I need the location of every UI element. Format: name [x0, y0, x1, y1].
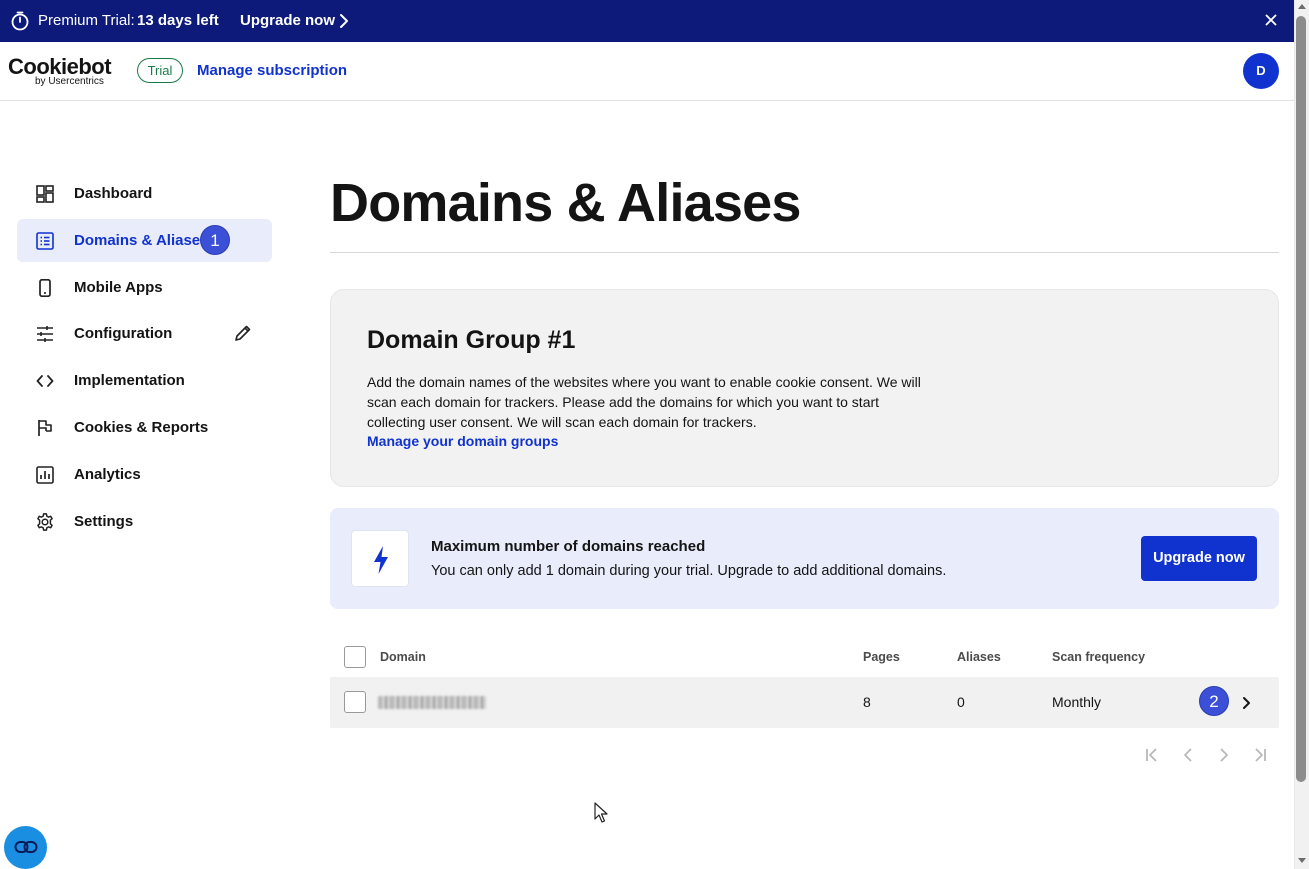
table-row[interactable]: 8 0 Monthly 2 [330, 677, 1279, 728]
domain-group-description: Add the domain names of the websites whe… [367, 374, 921, 430]
sidebar-item-analytics[interactable]: Analytics [17, 453, 272, 496]
bar-chart-icon [36, 465, 54, 484]
page-scrollbar[interactable] [1294, 0, 1309, 869]
scroll-thumb[interactable] [1296, 16, 1306, 782]
sidebar-item-label: Analytics [74, 465, 141, 483]
previous-page-icon[interactable] [1178, 745, 1198, 765]
last-page-icon[interactable] [1250, 745, 1270, 765]
sidebar-item-label: Domains & Aliases [74, 231, 209, 249]
chevron-right-icon[interactable] [339, 13, 349, 29]
upgrade-now-button[interactable]: Upgrade now [1141, 536, 1257, 581]
cookiebot-logo[interactable]: Cookiebot by Usercentrics [8, 54, 118, 90]
limit-title: Maximum number of domains reached [431, 538, 706, 555]
sidebar-nav: Dashboard Domains & Aliases 1 Mobile App… [17, 172, 272, 546]
column-header-aliases[interactable]: Aliases [957, 650, 1001, 664]
sidebar-item-implementation[interactable]: Implementation [17, 359, 272, 402]
lightning-icon-box [351, 530, 409, 587]
step-badge: 2 [1199, 686, 1229, 716]
flag-icon [38, 419, 52, 436]
column-header-scan-frequency[interactable]: Scan frequency [1052, 650, 1145, 664]
first-page-icon[interactable] [1142, 745, 1162, 765]
domain-group-card: Domain Group #1 Add the domain names of … [330, 289, 1279, 487]
sidebar-item-domains-aliases[interactable]: Domains & Aliases 1 [17, 218, 272, 262]
pagination [1142, 745, 1272, 765]
domain-name-redacted [378, 696, 486, 709]
list-icon [36, 231, 54, 250]
select-all-checkbox[interactable] [344, 646, 366, 668]
chevron-right-icon[interactable] [1242, 696, 1251, 710]
column-header-domain[interactable]: Domain [380, 650, 426, 664]
consent-widget-button[interactable] [4, 826, 47, 869]
row-checkbox[interactable] [344, 691, 366, 713]
sidebar-item-cookies-reports[interactable]: Cookies & Reports [17, 406, 272, 449]
step-badge: 1 [200, 224, 230, 255]
app-header: Cookiebot by Usercentrics Trial Manage s… [0, 42, 1294, 101]
next-page-icon[interactable] [1214, 745, 1234, 765]
domain-group-title: Domain Group #1 [367, 326, 576, 354]
code-icon [36, 375, 54, 388]
cell-aliases: 0 [957, 694, 965, 710]
lightning-icon [374, 546, 388, 574]
scroll-down-arrow[interactable] [1298, 858, 1306, 863]
sidebar-item-settings[interactable]: Settings [17, 500, 272, 543]
mobile-icon [39, 278, 51, 297]
sidebar-item-label: Dashboard [74, 185, 153, 202]
sidebar-item-label: Settings [74, 512, 134, 530]
logo-subtitle: by Usercentrics [35, 76, 104, 87]
manage-subscription-link[interactable]: Manage subscription [197, 62, 347, 79]
scroll-up-arrow[interactable] [1298, 4, 1306, 9]
sidebar-item-dashboard[interactable]: Dashboard [17, 172, 272, 215]
page-title: Domains & Aliases [330, 173, 801, 233]
cell-scan-frequency: Monthly [1052, 694, 1102, 710]
trial-badge: Trial [137, 58, 183, 83]
sliders-icon [37, 326, 53, 343]
sidebar-item-label: Implementation [74, 372, 185, 390]
mouse-cursor-icon [594, 802, 608, 823]
link-icon [14, 841, 38, 853]
sidebar-item-mobile-apps[interactable]: Mobile Apps [17, 266, 272, 309]
manage-domain-groups-link[interactable]: Manage your domain groups [367, 433, 558, 449]
avatar[interactable]: D [1243, 53, 1279, 89]
trial-days-left: 13 days left [137, 12, 219, 29]
limit-text: You can only add 1 domain during your tr… [431, 563, 947, 579]
trial-label: Premium Trial: [38, 12, 135, 29]
sidebar-item-label: Configuration [74, 325, 173, 343]
gear-icon [37, 512, 53, 531]
divider [330, 252, 1279, 253]
banner-upgrade-link[interactable]: Upgrade now [240, 12, 335, 29]
close-icon[interactable] [1263, 12, 1279, 28]
column-header-pages[interactable]: Pages [863, 650, 900, 664]
sidebar-item-configuration[interactable]: Configuration [17, 312, 272, 355]
pencil-icon[interactable] [234, 324, 252, 342]
domain-limit-notice: Maximum number of domains reached You ca… [330, 508, 1279, 609]
domains-table-header: Domain Pages Aliases Scan frequency [330, 637, 1279, 677]
sidebar-item-label: Cookies & Reports [74, 418, 209, 436]
dashboard-icon [36, 185, 54, 203]
trial-banner: Premium Trial: 13 days left Upgrade now [0, 0, 1294, 42]
sidebar-item-label: Mobile Apps [74, 278, 163, 296]
timer-icon [11, 11, 29, 31]
cell-pages: 8 [863, 694, 871, 710]
